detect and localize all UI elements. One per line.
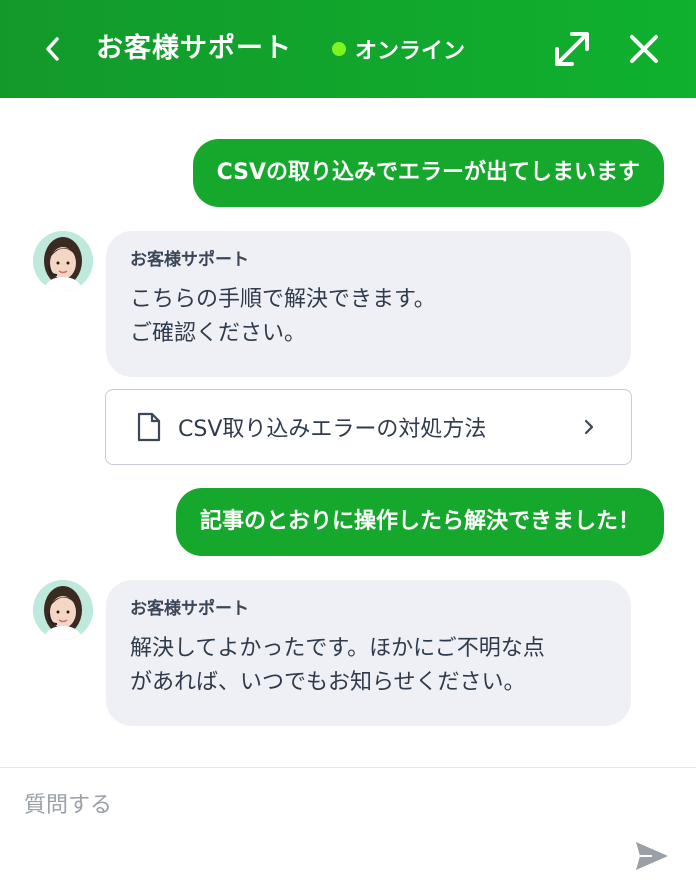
user-message: CSVの取り込みでエラーが出てしまいます — [192, 139, 664, 207]
bot-message: お客様サポート 解決してよかったです。ほかにご不明な点 があれば、いつでもお知ら… — [106, 580, 631, 726]
sender-name: お客様サポート — [130, 250, 249, 270]
message-text: 解決してよかったです。ほかにご不明な点 があれば、いつでもお知らせください。 — [130, 636, 545, 695]
sender-name: お客様サポート — [130, 599, 249, 619]
close-icon — [630, 35, 658, 63]
chevron-left-icon — [46, 37, 59, 61]
user-message: 記事のとおりに操作したら解決できました！ — [175, 488, 664, 556]
status-label: オンライン — [355, 39, 466, 64]
back-button[interactable] — [34, 29, 70, 69]
agent-avatar — [33, 231, 93, 291]
online-status: オンライン — [332, 33, 465, 65]
article-title: CSV取り込みエラーの対処方法 — [178, 417, 487, 442]
agent-avatar — [33, 580, 93, 640]
article-link-card[interactable]: CSV取り込みエラーの対処方法 — [105, 389, 632, 465]
bot-message: お客様サポート こちらの手順で解決できます。 ご確認ください。 — [106, 231, 631, 377]
send-icon — [636, 842, 668, 870]
chat-title: お客様サポート — [96, 33, 292, 64]
document-icon — [137, 412, 161, 442]
message-text: こちらの手順で解決できます。 ご確認ください。 — [130, 287, 436, 346]
question-input[interactable] — [24, 784, 604, 826]
online-indicator — [332, 42, 346, 56]
expand-button[interactable] — [552, 29, 592, 69]
close-button[interactable] — [626, 30, 662, 68]
chevron-right-icon — [584, 419, 594, 435]
expand-arrows-icon — [555, 32, 589, 66]
chat-header: お客様サポート オンライン — [0, 0, 696, 98]
composer-divider — [0, 767, 696, 768]
send-button[interactable] — [632, 836, 672, 876]
